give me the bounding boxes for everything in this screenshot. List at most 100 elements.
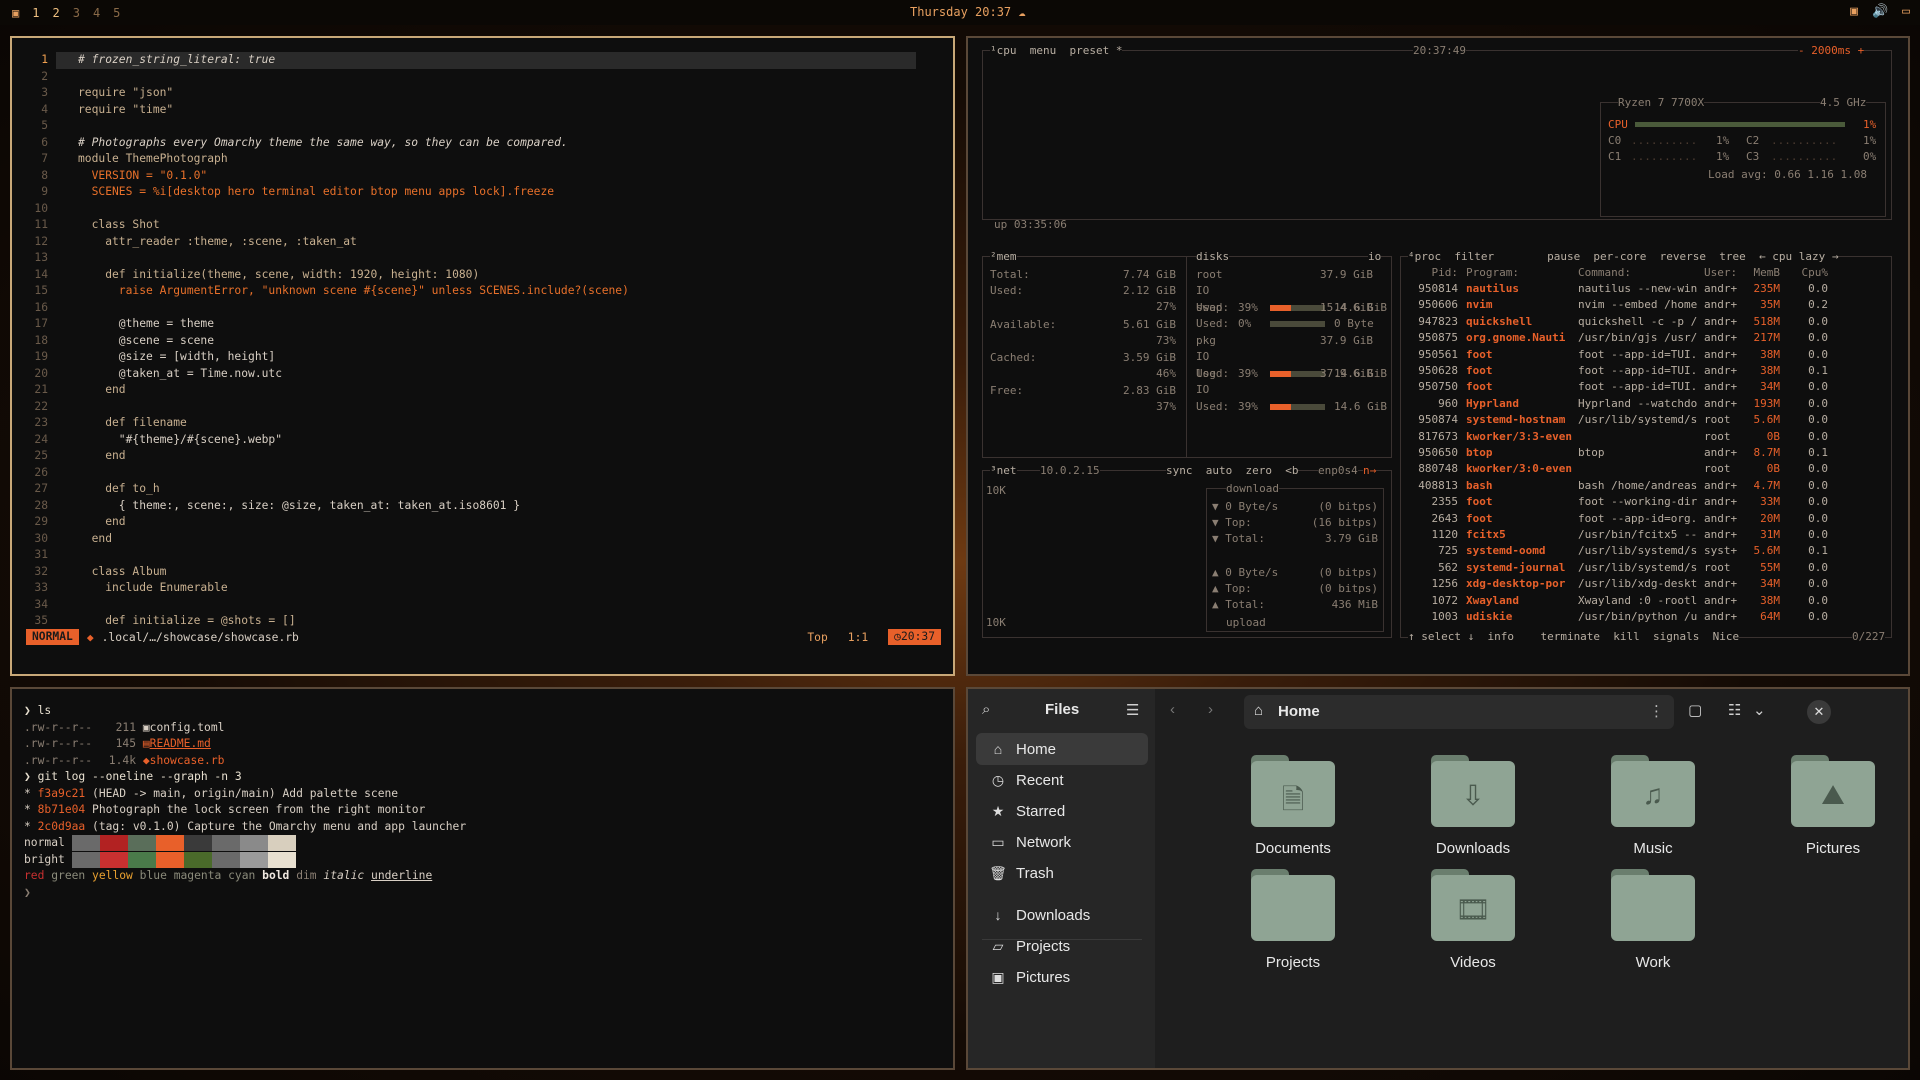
sidebar-item-recent[interactable]: ◷ Recent [976,764,1148,796]
code-line[interactable]: 6 # Photographs every Omarchy theme the s… [12,135,953,152]
files-window[interactable]: ⌕ Files ☰ ⌂ Home ◷ Recent ★ Starred ▭ Network 🗑 T… [966,687,1910,1070]
view-list-icon[interactable]: ☷ [1728,701,1741,719]
code-line[interactable]: 22 [12,399,953,416]
location-bar[interactable]: ⌂ Home ⋮ [1244,695,1674,729]
code-line[interactable]: 26 [12,465,953,482]
code-line[interactable]: 13 [12,250,953,267]
net-interface[interactable]: enp0s4 [1318,464,1358,477]
mem-box-title[interactable]: ²mem [990,250,1017,263]
proc-mem: 33M [1760,495,1780,509]
code-line[interactable]: 28 { theme:, scene:, size: @size, taken_… [12,498,953,515]
location-menu-icon[interactable]: ⋮ [1649,702,1664,720]
code-line[interactable]: 17 @theme = theme [12,316,953,333]
folder-work[interactable]: Work [1578,869,1728,971]
code-line[interactable]: 3 require "json" [12,85,953,102]
folder-pictures[interactable]: ⛰ Pictures [1758,755,1908,857]
volume-icon[interactable]: 🔊 [1872,4,1888,19]
prompt-current[interactable]: ❯ [24,885,466,902]
sidebar-item-trash[interactable]: 🗑 Trash [976,857,1148,889]
clock[interactable]: Thursday 20:37 ☁ [910,5,1026,19]
new-folder-icon[interactable]: ▢ [1688,701,1702,719]
net-next-arrow[interactable]: n→ [1363,464,1377,477]
code-line[interactable]: 14 def initialize(theme, scene, width: 1… [12,267,953,284]
code-line[interactable]: 11 class Shot [12,217,953,234]
code-buffer[interactable]: 1 # frozen_string_literal: true 2 3 require … [12,52,953,630]
code-line[interactable]: 34 [12,597,953,614]
sidebar-item-pictures[interactable]: ▣ Pictures [976,961,1148,993]
sidebar-item-downloads[interactable]: ↓ Downloads [976,899,1148,931]
code-line[interactable]: 5 [12,118,953,135]
code-line[interactable]: 30 end [12,531,953,548]
sidebar-menu-icon[interactable]: ☰ [1126,701,1139,719]
net-sync-auto-zero[interactable]: sync auto zero <b [1166,464,1299,477]
code-line[interactable]: 9 SCENES = %i[desktop hero terminal edit… [12,184,953,201]
code-line[interactable]: 2 [12,69,953,86]
neovim-window[interactable]: 1 # frozen_string_literal: true 2 3 require … [10,36,955,676]
file-name[interactable]: showcase.rb [150,754,225,767]
code-line[interactable]: 16 [12,300,953,317]
cpu-box-title[interactable]: ¹cpu menu preset * [990,44,1123,57]
net-box-title[interactable]: ³net [990,464,1017,477]
download-key: ▼ Top: [1212,516,1252,529]
workspace-5[interactable]: 5 [113,6,120,20]
code-line[interactable]: 23 def filename [12,415,953,432]
back-button[interactable]: ‹ [1170,701,1175,718]
code-line[interactable]: 27 def to_h [12,481,953,498]
proc-command: nautilus --new-win [1578,282,1698,295]
terminal-output[interactable]: ❯ ls .rw-r--r-- 211 ▣config.toml .rw-r--r--… [24,703,466,901]
folder-music[interactable]: ♫ Music [1578,755,1728,857]
code-line[interactable]: 33 include Enumerable [12,580,953,597]
close-button[interactable]: ✕ [1807,700,1831,724]
code-line[interactable]: 32 class Album [12,564,953,581]
code-line[interactable]: 18 @scene = scene [12,333,953,350]
ls-row: .rw-r--r-- 1.4k ◆showcase.rb [24,753,466,770]
file-name[interactable]: config.toml [150,721,225,734]
sidebar-item-projects[interactable]: ▱ Projects [976,930,1148,962]
folder-documents[interactable]: 🗎 Documents [1218,755,1368,857]
view-options-icon[interactable]: ⌄ [1753,701,1766,719]
sidebar-item-network[interactable]: ▭ Network [976,826,1148,858]
code-line[interactable]: 12 attr_reader :theme, :scene, :taken_at [12,234,953,251]
io-toggle[interactable]: io [1368,250,1382,263]
code-line[interactable]: 10 [12,201,953,218]
proc-footer[interactable]: ↑ select ↓ info terminate kill signals N… [1408,630,1740,643]
mem-box [982,256,1392,458]
code-line[interactable]: 31 [12,547,953,564]
code-line[interactable]: 1 # frozen_string_literal: true [12,52,953,69]
folder-downloads[interactable]: ⇩ Downloads [1398,755,1548,857]
terminal-window[interactable]: ❯ ls .rw-r--r-- 211 ▣config.toml .rw-r--r--… [10,687,955,1070]
disks-title[interactable]: disks [1196,250,1230,263]
line-text: @theme = theme [78,317,215,330]
sidebar-item-starred[interactable]: ★ Starred [976,795,1148,827]
workspace-1[interactable]: 1 [32,6,39,20]
proc-box-header[interactable]: ⁴proc filter pause per-core reverse tree… [1408,250,1839,263]
code-line[interactable]: 20 @taken_at = Time.now.utc [12,366,953,383]
folder-videos[interactable]: 🎞 Videos [1398,869,1548,971]
code-line[interactable]: 19 @size = [width, height] [12,349,953,366]
code-line[interactable]: 21 end [12,382,953,399]
workspace-3[interactable]: 3 [73,6,80,20]
code-line[interactable]: 24 "#{theme}/#{scene}.webp" [12,432,953,449]
folder-projects[interactable]: Projects [1218,869,1368,971]
code-line[interactable]: 8 VERSION = "0.1.0" [12,168,953,185]
code-line[interactable]: 29 end [12,514,953,531]
workspace-2[interactable]: 2 [52,6,59,20]
code-line[interactable]: 15 raise ArgumentError, "unknown scene #… [12,283,953,300]
update-interval[interactable]: - 2000ms + [1798,44,1865,57]
omarchy-menu-icon[interactable]: ▣ [12,6,19,20]
code-line[interactable]: 4 require "time" [12,102,953,119]
code-line[interactable]: 25 end [12,448,953,465]
display-icon[interactable]: ▭ [1902,4,1910,19]
sidebar-item-home[interactable]: ⌂ Home [976,733,1148,765]
proc-command: Hyprland --watchdo [1578,396,1698,410]
search-icon[interactable]: ⌕ [982,701,990,718]
code-line[interactable]: 35 def initialize = @shots = [] [12,613,953,630]
proc-user: andr+ [1704,610,1738,623]
workspace-4[interactable]: 4 [93,6,100,20]
code-line[interactable]: 7 module ThemePhotograph [12,151,953,168]
screen-record-icon[interactable]: ▣ [1850,4,1858,19]
file-name[interactable]: README.md [150,737,211,750]
mem-used-value: 2.12 GiB [1123,284,1176,297]
btop-window[interactable]: ¹cpu menu preset * 20:37:49 - 2000ms + R… [966,36,1910,676]
forward-button[interactable]: › [1208,701,1213,718]
